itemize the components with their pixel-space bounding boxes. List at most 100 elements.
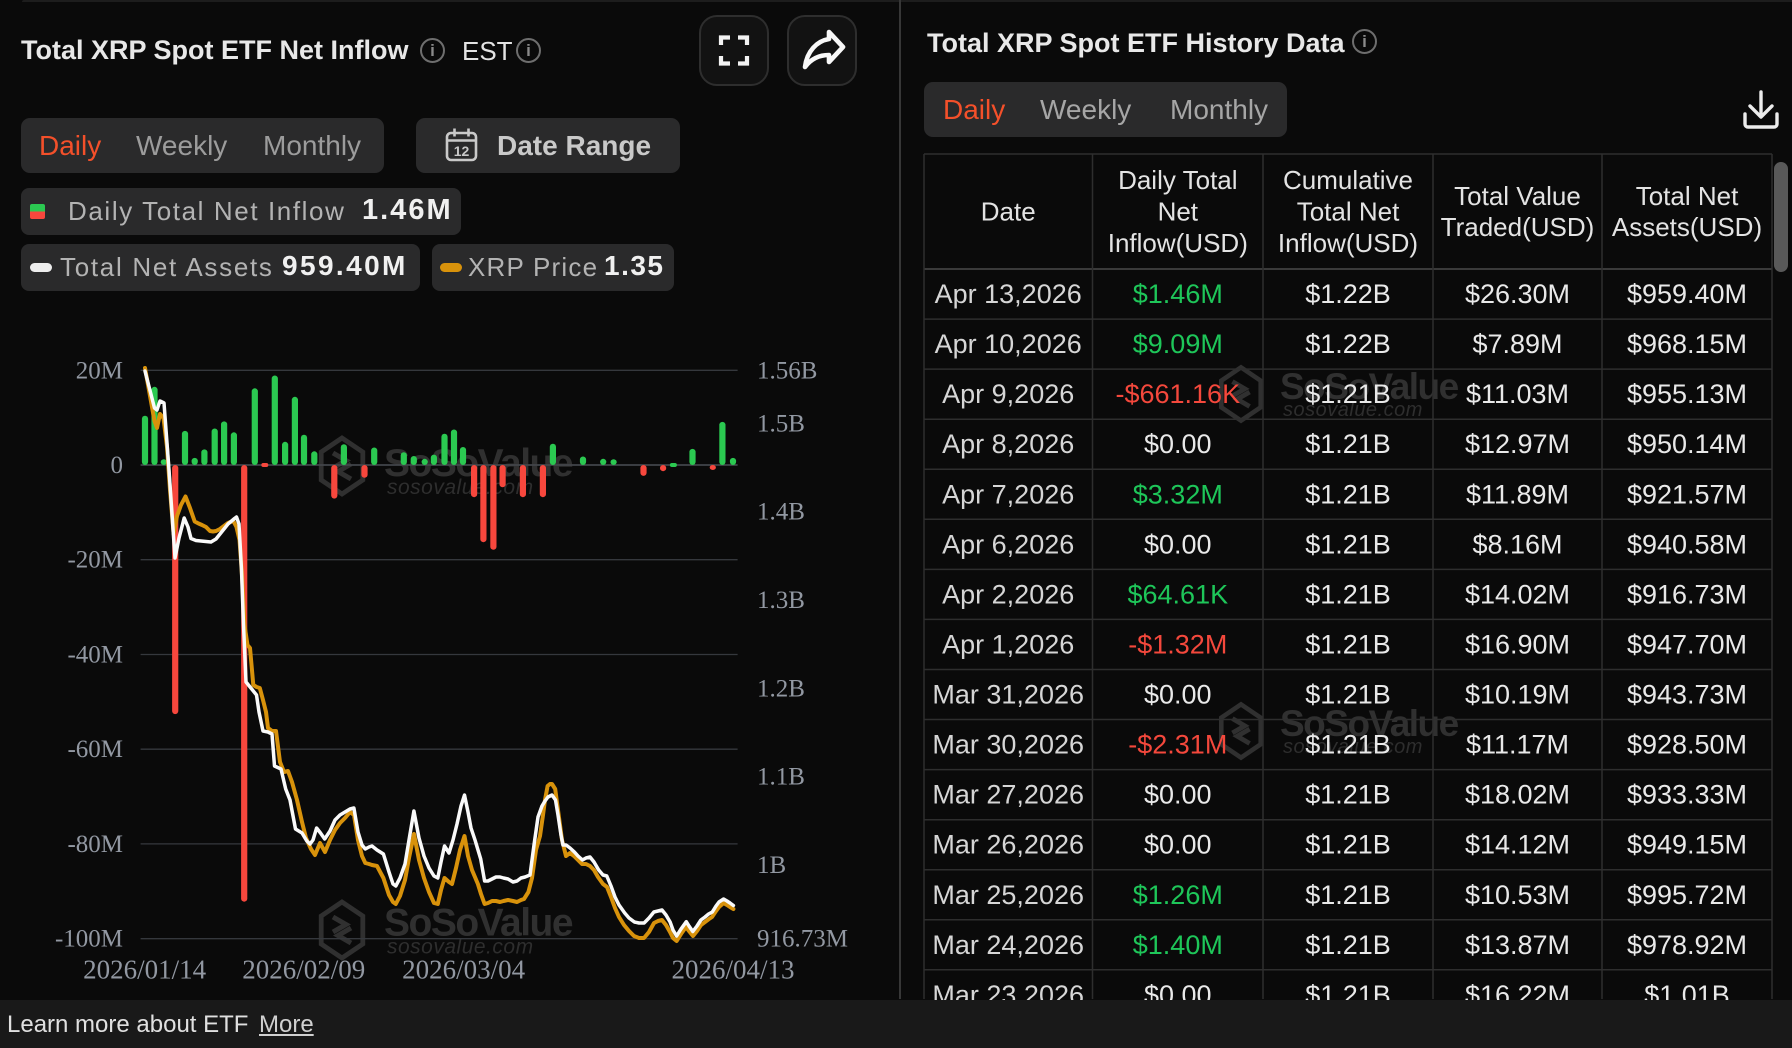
svg-text:$955.13M: $955.13M [1627,379,1747,409]
svg-text:$1.21B: $1.21B [1305,579,1391,609]
svg-text:-60M: -60M [67,736,123,763]
svg-text:$9.09M: $9.09M [1133,329,1223,359]
svg-text:$933.33M: $933.33M [1627,780,1747,810]
svg-text:$12.97M: $12.97M [1465,429,1570,459]
svg-text:$950.14M: $950.14M [1627,429,1747,459]
svg-text:Mar 26,2026: Mar 26,2026 [932,830,1084,860]
svg-text:Traded(USD): Traded(USD) [1441,212,1595,242]
svg-text:$3.32M: $3.32M [1133,479,1223,509]
svg-text:Mar 31,2026: Mar 31,2026 [932,680,1084,710]
svg-text:Net: Net [1158,197,1199,227]
svg-text:Apr 6,2026: Apr 6,2026 [942,529,1074,559]
svg-text:$1.21B: $1.21B [1305,479,1391,509]
svg-text:Inflow(USD): Inflow(USD) [1278,228,1418,258]
svg-text:-40M: -40M [67,642,123,669]
svg-text:Daily Total: Daily Total [1118,165,1237,195]
svg-text:-80M: -80M [67,831,123,858]
svg-text:Date: Date [981,197,1036,227]
svg-text:$1.21B: $1.21B [1305,980,1391,1000]
svg-text:$1.26M: $1.26M [1133,880,1223,910]
svg-text:Mar 27,2026: Mar 27,2026 [932,780,1084,810]
svg-text:Total Net: Total Net [1636,181,1739,211]
svg-text:$995.72M: $995.72M [1627,880,1747,910]
svg-text:$968.15M: $968.15M [1627,329,1747,359]
svg-text:$1.21B: $1.21B [1305,680,1391,710]
svg-text:Apr 8,2026: Apr 8,2026 [942,429,1074,459]
svg-text:2026/04/13: 2026/04/13 [671,955,794,985]
svg-text:2026/02/09: 2026/02/09 [242,955,365,985]
svg-text:Apr 1,2026: Apr 1,2026 [942,630,1074,660]
svg-text:$1.21B: $1.21B [1305,529,1391,559]
svg-text:$1.21B: $1.21B [1305,780,1391,810]
svg-text:$0.00: $0.00 [1144,680,1212,710]
svg-text:$8.16M: $8.16M [1472,529,1562,559]
svg-text:Apr 13,2026: Apr 13,2026 [935,279,1082,309]
svg-text:1.1B: 1.1B [757,764,805,791]
svg-text:1.5B: 1.5B [757,410,805,437]
svg-text:Inflow(USD): Inflow(USD) [1108,228,1248,258]
svg-text:$14.02M: $14.02M [1465,579,1570,609]
svg-text:$0.00: $0.00 [1144,429,1212,459]
svg-text:$1.22B: $1.22B [1305,329,1391,359]
svg-text:$916.73M: $916.73M [1627,579,1747,609]
svg-text:$928.50M: $928.50M [1627,730,1747,760]
svg-text:$16.90M: $16.90M [1465,630,1570,660]
svg-text:$11.03M: $11.03M [1466,379,1569,409]
svg-text:$7.89M: $7.89M [1472,329,1562,359]
svg-text:$1.01B: $1.01B [1644,980,1730,1000]
svg-text:Mar 24,2026: Mar 24,2026 [932,930,1084,960]
svg-text:-$2.31M: -$2.31M [1128,730,1227,760]
svg-text:$1.21B: $1.21B [1305,730,1391,760]
svg-text:12: 12 [454,143,470,159]
svg-text:Apr 10,2026: Apr 10,2026 [935,329,1082,359]
svg-text:$921.57M: $921.57M [1627,479,1747,509]
svg-text:$1.21B: $1.21B [1305,630,1391,660]
svg-text:$0.00: $0.00 [1144,830,1212,860]
svg-text:$14.12M: $14.12M [1465,830,1570,860]
svg-text:$1.21B: $1.21B [1305,379,1391,409]
svg-text:Mar 23,2026: Mar 23,2026 [932,980,1084,1000]
svg-text:$10.53M: $10.53M [1465,880,1570,910]
svg-text:$64.61K: $64.61K [1128,579,1229,609]
svg-text:-100M: -100M [55,926,123,953]
svg-text:Mar 30,2026: Mar 30,2026 [932,730,1084,760]
svg-text:$0.00: $0.00 [1144,529,1212,559]
svg-text:$0.00: $0.00 [1144,780,1212,810]
svg-text:Assets(USD): Assets(USD) [1612,212,1762,242]
svg-text:$1.22B: $1.22B [1305,279,1391,309]
svg-text:0: 0 [111,452,124,479]
svg-text:Total Net: Total Net [1297,197,1400,227]
svg-text:-$661.16K: -$661.16K [1115,379,1240,409]
svg-text:916.73M: 916.73M [757,926,848,953]
svg-text:$1.40M: $1.40M [1133,930,1223,960]
svg-text:Total Value: Total Value [1454,181,1581,211]
svg-text:Cumulative: Cumulative [1283,165,1413,195]
svg-text:$13.87M: $13.87M [1465,930,1570,960]
svg-text:1.3B: 1.3B [757,587,805,614]
svg-text:$959.40M: $959.40M [1627,279,1747,309]
svg-text:Apr 2,2026: Apr 2,2026 [942,579,1074,609]
svg-text:$1.46M: $1.46M [1133,279,1223,309]
svg-text:1.56B: 1.56B [757,357,817,384]
svg-text:Apr 7,2026: Apr 7,2026 [942,479,1074,509]
svg-text:$18.02M: $18.02M [1465,780,1570,810]
svg-text:2026/03/04: 2026/03/04 [402,955,526,985]
svg-text:$947.70M: $947.70M [1627,630,1747,660]
svg-text:1.2B: 1.2B [757,675,805,702]
svg-text:$10.19M: $10.19M [1465,680,1570,710]
svg-text:$1.21B: $1.21B [1305,930,1391,960]
svg-text:$943.73M: $943.73M [1627,680,1747,710]
svg-text:$16.22M: $16.22M [1465,980,1570,1000]
svg-text:20M: 20M [76,357,123,384]
svg-text:$949.15M: $949.15M [1627,830,1747,860]
svg-text:$0.00: $0.00 [1144,980,1212,1000]
svg-text:$26.30M: $26.30M [1465,279,1570,309]
svg-text:Apr 9,2026: Apr 9,2026 [942,379,1074,409]
svg-text:$978.92M: $978.92M [1627,930,1747,960]
svg-text:1.4B: 1.4B [757,499,805,526]
svg-text:sosovalue.com: sosovalue.com [387,476,534,499]
svg-text:$1.21B: $1.21B [1305,880,1391,910]
svg-text:Mar 25,2026: Mar 25,2026 [932,880,1084,910]
svg-text:$940.58M: $940.58M [1627,529,1747,559]
svg-text:$1.21B: $1.21B [1305,429,1391,459]
